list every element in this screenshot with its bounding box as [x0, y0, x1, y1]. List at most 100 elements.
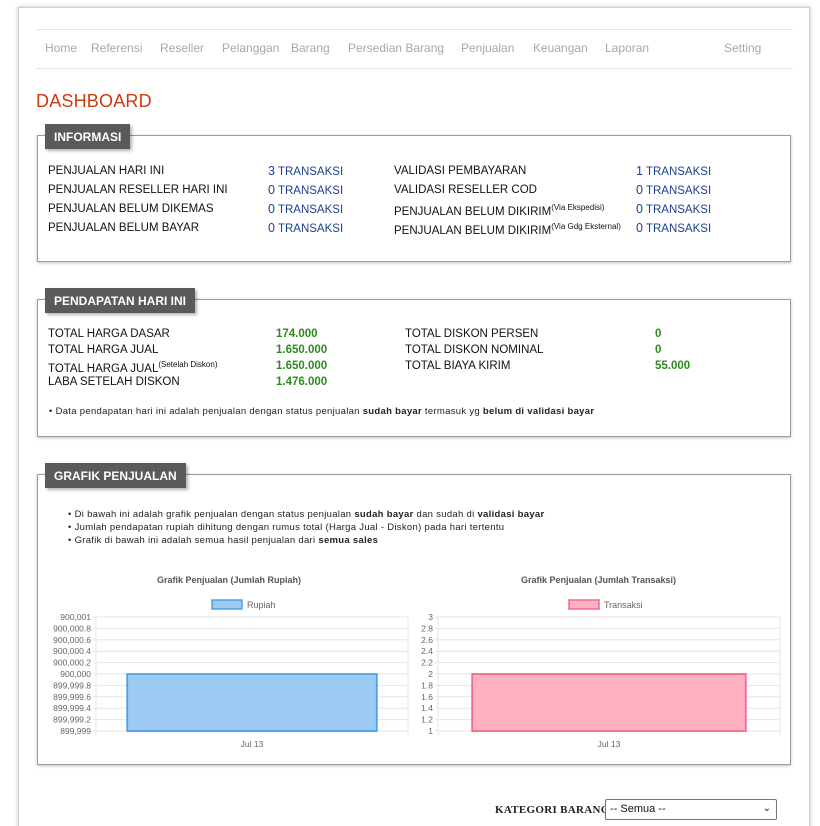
info-label: VALIDASI RESELLER COD [394, 184, 537, 196]
pendapatan-row: LABA SETELAH DISKON [48, 376, 180, 388]
y-tick-label: 900,000.6 [53, 635, 91, 645]
info-row: PENJUALAN RESELLER HARI INI [48, 184, 228, 196]
nav-penjualan[interactable]: Penjualan [461, 41, 514, 55]
info-count: 0 [268, 221, 275, 235]
legend-swatch [211, 599, 243, 610]
info-row: PENJUALAN BELUM DIKEMAS [48, 203, 214, 215]
y-tick-label: 899,999.8 [53, 680, 91, 690]
pendapatan-value-text: 1.650.000 [276, 344, 328, 356]
chevron-down-icon: ⌄ [762, 803, 771, 814]
informasi-legend: INFORMASI [45, 124, 131, 149]
y-tick-label: 900,000.2 [53, 658, 91, 668]
pendapatan-value-text: 55.000 [655, 360, 691, 372]
note-bold: belum di validasi bayar [482, 406, 595, 417]
info-count-link[interactable]: 0 TRANSAKSI [268, 202, 343, 216]
info-count: 0 [268, 183, 275, 197]
info-count-link[interactable]: 3 TRANSAKSI [268, 164, 343, 178]
nav-setting[interactable]: Setting [724, 41, 761, 55]
nav-persedian-barang[interactable]: Persedian Barang [348, 41, 444, 55]
y-tick-label: 2.2 [421, 658, 433, 668]
info-row: PENJUALAN BELUM DIKIRIM(Via Ekspedisi) [394, 203, 604, 218]
info-unit: TRANSAKSI [277, 185, 344, 197]
chart-title-rupiah: Grafik Penjualan (Jumlah Rupiah) [157, 575, 302, 585]
pendapatan-value-text: 174.000 [276, 328, 318, 340]
kategori-barang-label: KATEGORI BARANG [495, 804, 610, 816]
info-unit: TRANSAKSI [277, 166, 344, 178]
pendapatan-value: 174.000 [276, 328, 318, 340]
info-sup: (Via Gdg Eksternal) [551, 222, 621, 231]
y-tick-label: 1.8 [421, 680, 433, 690]
y-tick-label: 2 [428, 669, 433, 679]
y-tick-label: 900,000.4 [53, 646, 91, 656]
pendapatan-value: 0 [655, 344, 661, 356]
grafik-note: • Jumlah pendapatan rupiah dihitung deng… [68, 522, 504, 533]
y-tick-label: 899,999 [60, 726, 91, 736]
pendapatan-label: TOTAL HARGA JUAL [48, 344, 159, 356]
nav-keuangan[interactable]: Keuangan [533, 41, 588, 55]
info-unit: TRANSAKSI [645, 166, 712, 178]
pendapatan-value-text: 0 [655, 344, 662, 356]
legend-label: Transaksi [604, 600, 643, 610]
info-sup: (Via Ekspedisi) [551, 203, 605, 212]
note-bold: semua sales [318, 535, 379, 546]
nav-referensi[interactable]: Referensi [91, 41, 142, 55]
chart-title-transaksi: Grafik Penjualan (Jumlah Transaksi) [521, 575, 677, 585]
pendapatan-panel: PENDAPATAN HARI INI TOTAL HARGA DASAR 17… [37, 288, 791, 437]
pendapatan-label: TOTAL HARGA DASAR [48, 328, 170, 340]
note-bold: sudah bayar [354, 509, 414, 520]
info-count: 0 [268, 202, 275, 216]
grafik-note: • Grafik di bawah ini adalah semua hasil… [68, 535, 378, 546]
info-row: VALIDASI RESELLER COD [394, 184, 537, 196]
pendapatan-row: TOTAL HARGA JUAL [48, 344, 158, 356]
info-label: PENJUALAN BELUM BAYAR [48, 222, 200, 234]
page-title: DASHBOARD [36, 91, 152, 111]
y-tick-label: 900,000.8 [53, 623, 91, 633]
note-text: dan sudah di [413, 509, 478, 520]
nav-reseller[interactable]: Reseller [160, 41, 204, 55]
nav-laporan[interactable]: Laporan [605, 41, 649, 55]
main-nav: Home Referensi Reseller Pelanggan Barang… [36, 29, 793, 69]
info-unit: TRANSAKSI [645, 204, 712, 216]
pendapatan-label: TOTAL HARGA JUAL [48, 362, 159, 375]
info-count-link[interactable]: 0 TRANSAKSI [268, 183, 343, 197]
pendapatan-value: 1.650.000 [276, 360, 327, 372]
pendapatan-label: TOTAL BIAYA KIRIM [405, 360, 511, 372]
grafik-note: • Di bawah ini adalah grafik penjualan d… [68, 509, 545, 520]
info-label: PENJUALAN HARI INI [48, 165, 165, 177]
pendapatan-label: TOTAL DISKON NOMINAL [405, 344, 544, 356]
info-label: PENJUALAN BELUM DIKIRIM [394, 224, 552, 237]
info-unit: TRANSAKSI [645, 185, 712, 197]
info-row: PENJUALAN HARI INI [48, 165, 164, 177]
note-text: • Di bawah ini adalah grafik penjualan d… [68, 509, 355, 520]
kategori-barang-select[interactable]: -- Semua -- ⌄ [605, 799, 777, 820]
nav-home[interactable]: Home [45, 41, 77, 55]
pendapatan-row: TOTAL HARGA DASAR [48, 328, 170, 340]
pendapatan-row: TOTAL HARGA JUAL(Setelah Diskon) [48, 360, 218, 375]
info-count-link[interactable]: 0 TRANSAKSI [636, 221, 711, 235]
info-count: 0 [636, 221, 643, 235]
info-count-link[interactable]: 0 TRANSAKSI [636, 183, 711, 197]
select-value: -- Semua -- [610, 803, 666, 815]
pendapatan-value-text: 1.650.000 [276, 360, 328, 372]
informasi-panel: INFORMASI PENJUALAN HARI INI 3 TRANSAKSI… [37, 124, 791, 262]
pendapatan-value: 1.650.000 [276, 344, 327, 356]
y-tick-label: 1 [428, 726, 433, 736]
pendapatan-row: TOTAL DISKON PERSEN [405, 328, 538, 340]
info-count-link[interactable]: 0 TRANSAKSI [636, 202, 711, 216]
nav-barang[interactable]: Barang [291, 41, 330, 55]
pendapatan-value-text: 0 [655, 328, 662, 340]
info-label: PENJUALAN BELUM DIKEMAS [48, 203, 214, 215]
legend-label: Rupiah [247, 600, 276, 610]
x-tick-label: Jul 13 [598, 739, 621, 749]
pendapatan-label: LABA SETELAH DISKON [48, 376, 180, 388]
y-tick-label: 3 [428, 612, 433, 622]
info-count-link[interactable]: 0 TRANSAKSI [268, 221, 343, 235]
info-label: VALIDASI PEMBAYARAN [394, 165, 527, 177]
y-tick-label: 1.4 [421, 703, 433, 713]
note-text: • Grafik di bawah ini adalah semua hasil… [68, 535, 319, 546]
nav-pelanggan[interactable]: Pelanggan [222, 41, 279, 55]
note-bold: sudah bayar [362, 406, 422, 417]
info-label: PENJUALAN RESELLER HARI INI [48, 184, 228, 196]
info-count-link[interactable]: 1 TRANSAKSI [636, 164, 711, 178]
pendapatan-value: 0 [655, 328, 661, 340]
